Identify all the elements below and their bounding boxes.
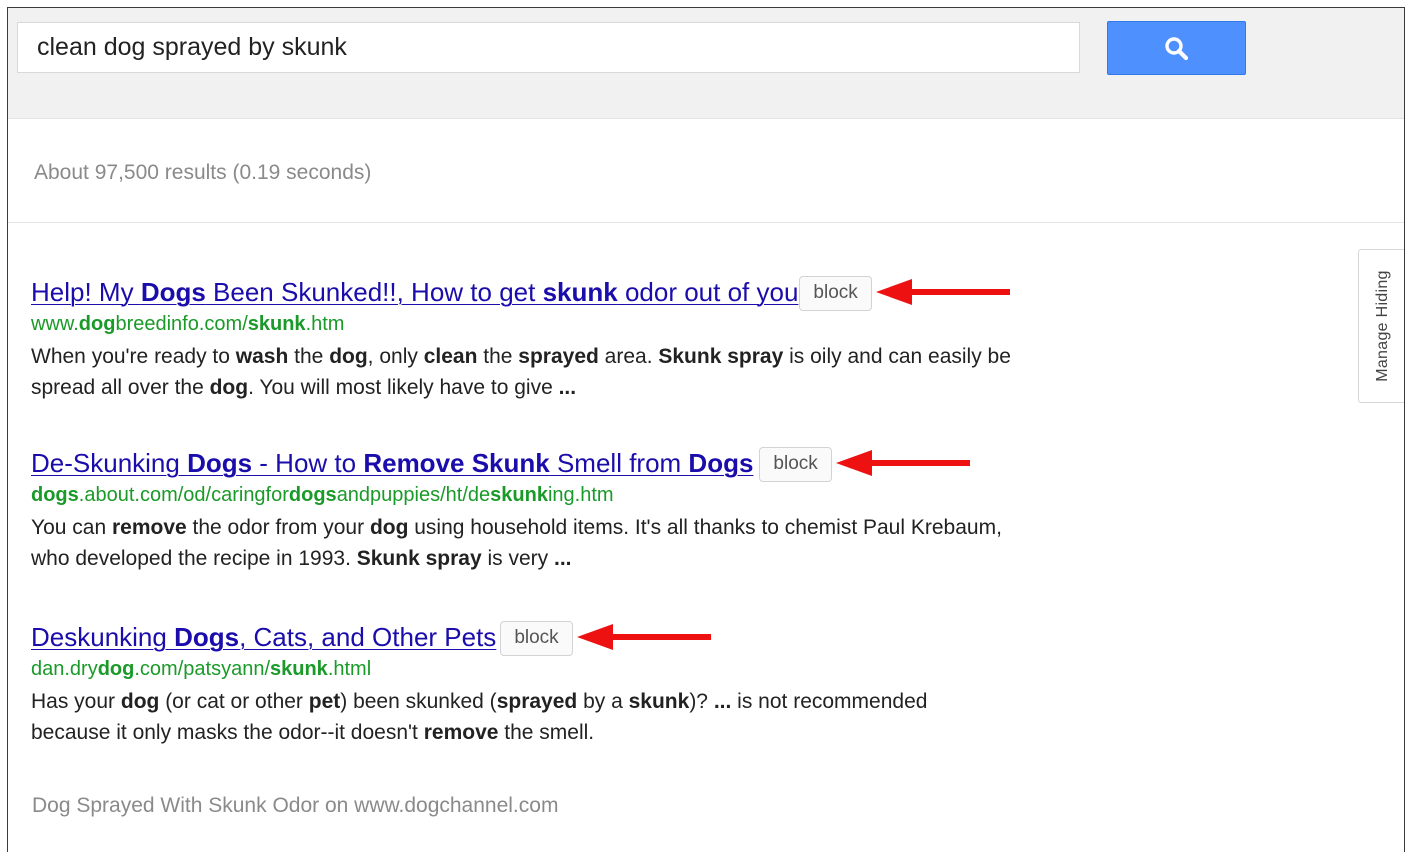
browser-frame: About 97,500 results (0.19 seconds) Mana… (7, 7, 1405, 852)
result-stats: About 97,500 results (0.19 seconds) (34, 161, 372, 184)
search-icon (1165, 37, 1189, 61)
manage-hiding-label: Manage Hiding (1373, 270, 1391, 382)
result-title-link[interactable]: De-Skunking Dogs - How to Remove Skunk S… (31, 448, 753, 479)
result-snippet: You can remove the odor from your dog us… (31, 516, 1002, 570)
red-arrow-icon (875, 279, 1010, 305)
search-button[interactable] (1107, 21, 1246, 75)
search-result: De-Skunking Dogs - How to Remove Skunk S… (31, 443, 1131, 574)
result-title-row: De-Skunking Dogs - How to Remove Skunk S… (31, 443, 1131, 483)
search-header (8, 8, 1404, 119)
block-button[interactable]: block (759, 446, 832, 482)
manage-hiding-tab[interactable]: Manage Hiding (1358, 249, 1404, 403)
red-arrow-icon (576, 624, 711, 650)
search-result: Deskunking Dogs, Cats, and Other Pets bl… (31, 617, 1131, 748)
result-title-row: Deskunking Dogs, Cats, and Other Pets bl… (31, 617, 1131, 657)
result-title-link[interactable]: Deskunking Dogs, Cats, and Other Pets (31, 622, 496, 653)
footer-link[interactable]: Dog Sprayed With Skunk Odor on www.dogch… (32, 794, 558, 818)
result-snippet: Has your dog (or cat or other pet) been … (31, 690, 928, 744)
result-title-link[interactable]: Help! My Dogs Been Skunked!!, How to get… (31, 277, 798, 308)
search-input[interactable] (17, 22, 1080, 73)
result-url: dogs.about.com/od/caringfordogsandpuppie… (31, 484, 614, 506)
divider (8, 222, 1404, 223)
result-url: www.dogbreedinfo.com/skunk.htm (31, 313, 345, 335)
search-result: Help! My Dogs Been Skunked!!, How to get… (31, 272, 1131, 403)
block-button[interactable]: block (799, 275, 872, 311)
result-title-row: Help! My Dogs Been Skunked!!, How to get… (31, 272, 1131, 312)
result-url: dan.drydog.com/patsyann/skunk.html (31, 658, 372, 680)
red-arrow-icon (835, 450, 970, 476)
block-button[interactable]: block (500, 620, 573, 656)
result-snippet: When you're ready to wash the dog, only … (31, 345, 1011, 399)
